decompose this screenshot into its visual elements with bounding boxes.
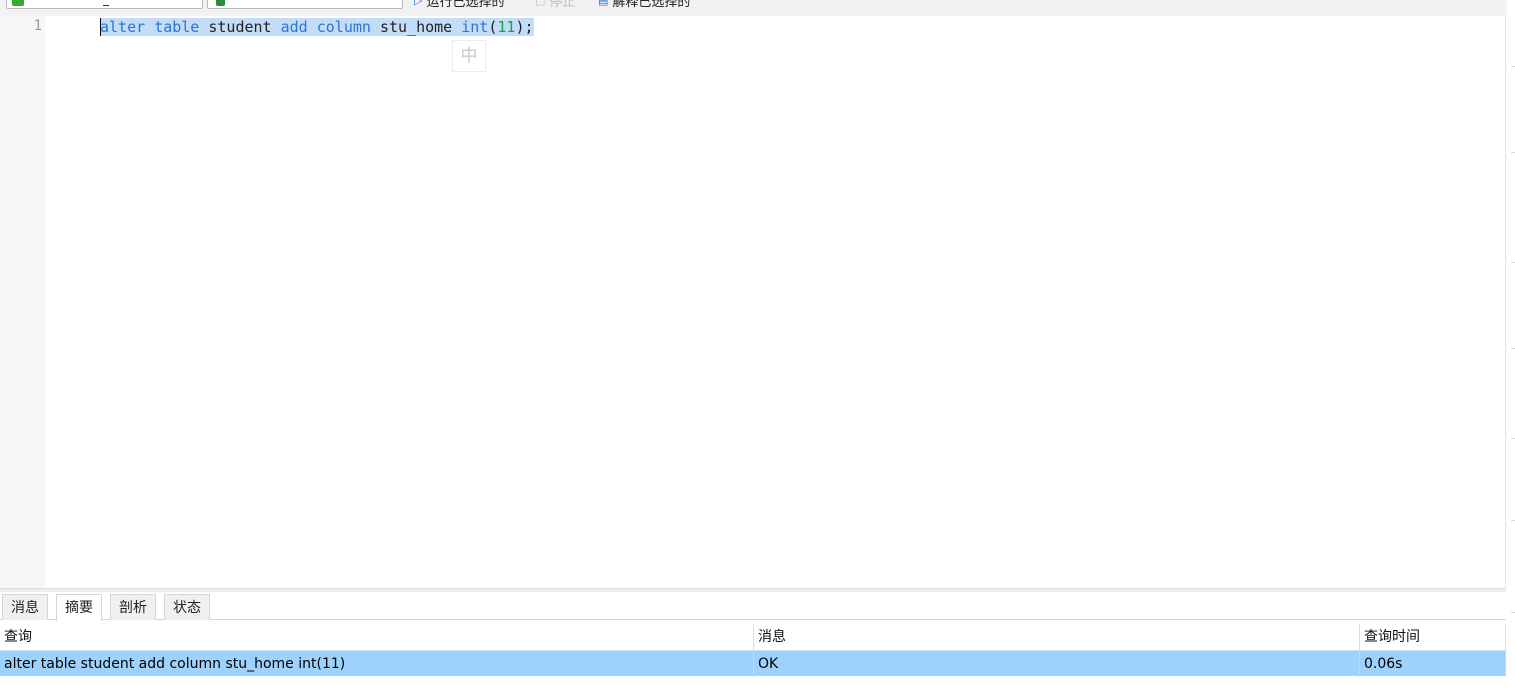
query-editor-window: ▷ 运行已选择的 □ 停止 ▤ 解释已选择的 1 alter table stu… (0, 0, 1515, 695)
number-literal: 11 (497, 18, 516, 36)
keyword-add: add (280, 18, 308, 36)
ruler-tick (1511, 612, 1515, 613)
explain-selected-button[interactable]: ▤ 解释已选择的 (598, 0, 691, 10)
keyword-table: table (154, 18, 200, 36)
database-icon (216, 0, 225, 6)
explain-selected-label: 解释已选择的 (612, 0, 691, 10)
selected-code: alter table student add column stu_home … (100, 18, 534, 36)
explain-icon: ▤ (598, 0, 609, 7)
column-header-message[interactable]: 消息 (754, 624, 1360, 650)
keyword-column: column (316, 18, 371, 36)
vertical-ruler (1507, 0, 1515, 695)
stop-icon: □ (535, 0, 546, 7)
cell-message[interactable]: OK (754, 651, 1360, 677)
column-header-query[interactable]: 查询 (0, 624, 754, 650)
code-line-1[interactable]: alter table student add column stu_home … (100, 16, 534, 38)
connection-select[interactable] (6, 0, 203, 9)
connection-icon (12, 0, 24, 6)
identifier-column-name: stu_home (379, 18, 453, 36)
paren-close: ); (515, 18, 534, 36)
text-caret (100, 18, 101, 36)
database-select[interactable] (207, 0, 403, 9)
ruler-tick (1511, 66, 1515, 67)
sql-editor[interactable]: 1 alter table student add column stu_hom… (0, 16, 1506, 588)
keyword-int: int (461, 18, 489, 36)
table-row[interactable]: alter table student add column stu_home … (0, 650, 1506, 677)
ruler-tick (1511, 520, 1515, 521)
ruler-tick (1511, 262, 1515, 263)
ruler-tick (1511, 438, 1515, 439)
run-selected-label: 运行已选择的 (426, 0, 505, 10)
ime-mode-indicator: 中 (452, 40, 486, 72)
tab-profile[interactable]: 剖析 (110, 594, 156, 620)
run-selected-button[interactable]: ▷ 运行已选择的 (414, 0, 505, 10)
table-header: 查询 消息 查询时间 (0, 624, 1506, 650)
cell-query[interactable]: alter table student add column stu_home … (0, 651, 754, 677)
column-header-query-time[interactable]: 查询时间 (1360, 624, 1506, 650)
ruler-tick (1511, 152, 1515, 153)
tab-summary[interactable]: 摘要 (56, 594, 102, 621)
ruler-tick (1511, 348, 1515, 349)
stop-label: 停止 (549, 0, 576, 10)
line-number-gutter: 1 (0, 16, 45, 588)
line-number: 1 (33, 18, 42, 34)
play-icon: ▷ (414, 0, 423, 7)
connection-select-text (103, 5, 109, 6)
tab-message[interactable]: 消息 (2, 594, 48, 620)
keyword-alter: alter (100, 18, 146, 36)
stop-button[interactable]: □ 停止 (535, 0, 576, 10)
result-tabs: 消息 摘要 剖析 状态 (0, 592, 1506, 621)
identifier-table-name: student (208, 18, 272, 36)
query-toolbar: ▷ 运行已选择的 □ 停止 ▤ 解释已选择的 (0, 0, 1515, 16)
tab-status[interactable]: 状态 (164, 594, 210, 620)
cell-time[interactable]: 0.06s (1360, 651, 1506, 677)
